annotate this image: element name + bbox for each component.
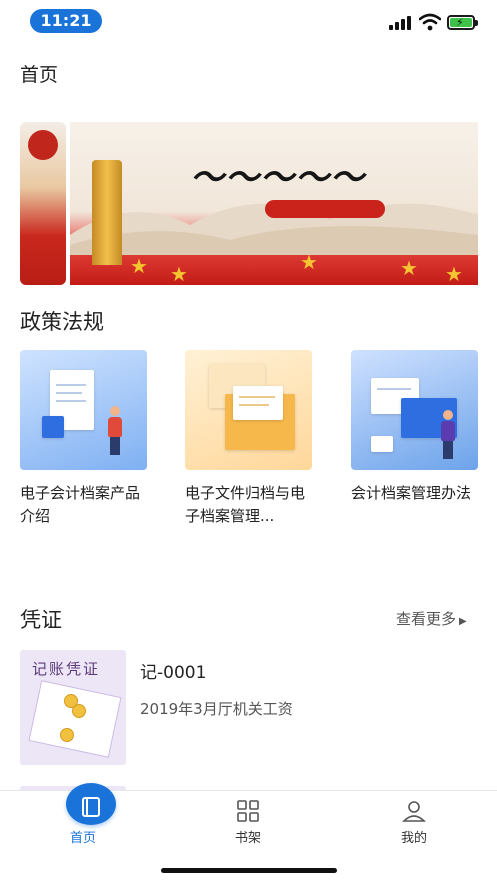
tab-bookshelf[interactable]: 书架 — [198, 791, 298, 851]
voucher-thumbnail[interactable]: 记账凭证 — [20, 650, 126, 765]
view-more-label: 查看更多 — [396, 610, 457, 628]
page-title: 首页 — [20, 64, 59, 86]
tab-profile[interactable]: 我的 — [364, 791, 464, 851]
triangle-right-icon: ▶ — [459, 616, 467, 627]
banner-prev-slide[interactable] — [20, 122, 66, 285]
grid-icon — [237, 800, 259, 822]
policy-card[interactable]: 电子文件归档与电子档案管理... — [185, 350, 312, 528]
tab-profile-label: 我的 — [400, 831, 427, 846]
status-time: 11:21 — [30, 9, 102, 33]
policy-card-image — [20, 350, 147, 470]
policy-card-label: 电子文件归档与电子档案管理... — [185, 484, 306, 525]
policy-card-label: 会计档案管理办法 — [351, 484, 472, 502]
tab-home-label: 首页 — [69, 831, 96, 846]
status-bar: 11:21 ⚡ — [0, 0, 497, 44]
monument-graphic — [92, 160, 122, 265]
signal-icon — [389, 16, 413, 30]
policy-card-label: 电子会计档案产品介绍 — [20, 484, 141, 525]
view-more-link[interactable]: 查看更多 ▶ — [396, 608, 467, 629]
battery-icon: ⚡ — [447, 15, 478, 30]
tab-bookshelf-label: 书架 — [234, 831, 261, 846]
policy-card[interactable]: 电子会计档案产品介绍 — [20, 350, 147, 528]
tab-home[interactable]: 首页 — [33, 783, 133, 851]
voucher-thumb-title: 记账凭证 — [32, 660, 101, 678]
policy-section-title: 政策法规 — [20, 310, 104, 334]
voucher-section-title: 凭证 — [20, 608, 62, 632]
voucher-id[interactable]: 记-0001 — [140, 658, 206, 683]
banner-slide[interactable]: 〜〜〜〜〜 ★ ★ ★ ★ ★ — [70, 122, 478, 285]
policy-card-image — [185, 350, 312, 470]
policy-card-image — [351, 350, 478, 470]
user-icon — [402, 801, 426, 822]
banner-carousel[interactable]: 〜〜〜〜〜 ★ ★ ★ ★ ★ — [0, 120, 497, 288]
voucher-description: 2019年3月厅机关工资 — [140, 700, 293, 718]
policy-card[interactable]: 会计档案管理办法 — [351, 350, 478, 505]
book-icon — [82, 797, 100, 817]
wifi-icon — [419, 13, 441, 31]
banner-ribbon-graphic — [265, 200, 385, 218]
home-indicator — [161, 868, 337, 873]
banner-calligraphy-graphic: 〜〜〜〜〜 — [190, 158, 365, 198]
